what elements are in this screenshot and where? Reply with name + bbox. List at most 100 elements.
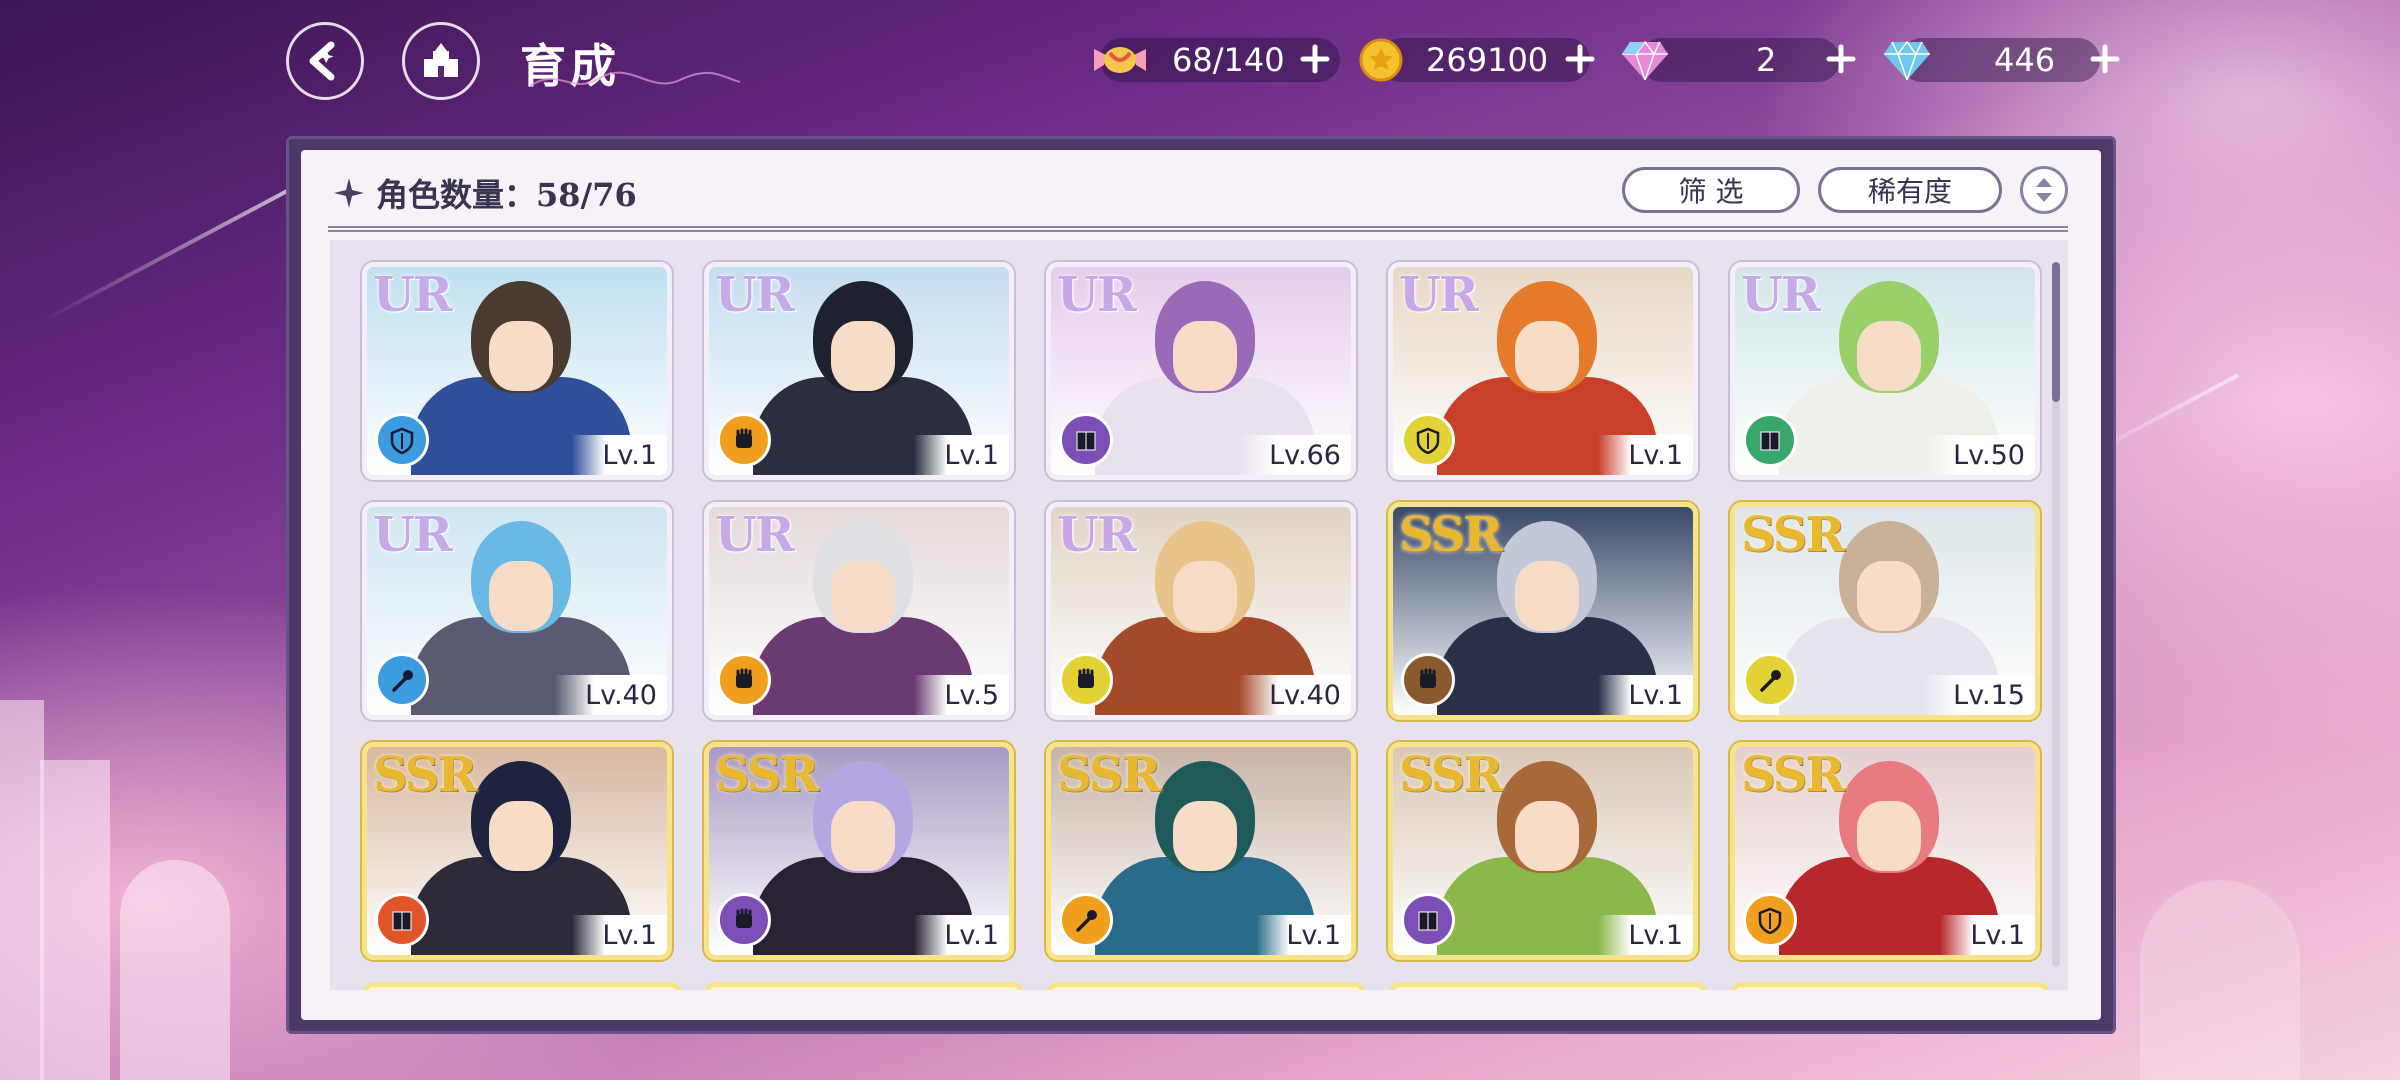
add-candy-button[interactable] (1292, 36, 1338, 82)
book-icon (392, 911, 412, 931)
level-label: Lv.1 (1598, 435, 1693, 475)
character-face (1857, 561, 1921, 631)
character-card[interactable]: UR Lv.1 (1388, 262, 1698, 480)
character-card[interactable]: UR Lv.50 (1730, 262, 2040, 480)
rarity-label: UR (715, 507, 795, 563)
grid-scrollbar-thumb[interactable] (2052, 262, 2060, 402)
level-label: Lv.1 (1256, 915, 1351, 955)
character-face (489, 321, 553, 391)
rarity-label: UR (373, 507, 453, 563)
character-card-partial[interactable] (704, 982, 1024, 990)
rarity-label: UR (1057, 267, 1137, 323)
castle-silhouette (2140, 880, 2300, 1080)
element-badge (1401, 413, 1455, 467)
character-count: 角色数量：58/76 (376, 176, 637, 214)
element-badge (375, 413, 429, 467)
rarity-label: SSR (373, 747, 477, 803)
character-face (1173, 801, 1237, 871)
level-label: Lv.1 (1598, 675, 1693, 715)
book-icon (1418, 911, 1438, 931)
character-card[interactable]: UR Lv.40 (1046, 502, 1356, 720)
character-card[interactable]: SSR Lv.1 (1388, 502, 1698, 720)
level-label: Lv.50 (1923, 435, 2035, 475)
panel-header: 角色数量：58/76 (334, 170, 637, 216)
element-badge (1401, 893, 1455, 947)
wand-icon (1076, 910, 1097, 932)
filter-button[interactable]: 筛 选 (1622, 167, 1800, 213)
character-card[interactable]: SSR Lv.1 (1388, 742, 1698, 960)
plus-icon (1565, 44, 1595, 74)
level-label: Lv.15 (1923, 675, 2035, 715)
character-card[interactable]: SSR Lv.1 (1730, 742, 2040, 960)
element-badge (717, 653, 771, 707)
filter-button-label: 筛 选 (1678, 175, 1744, 208)
rarity-label: UR (1741, 267, 1821, 323)
character-card[interactable]: UR Lv.40 (362, 502, 672, 720)
home-button[interactable] (402, 22, 480, 100)
fist-icon (736, 908, 752, 928)
character-card[interactable]: UR Lv.66 (1046, 262, 1356, 480)
element-badge (1059, 653, 1113, 707)
character-card-partial[interactable] (1388, 982, 1708, 990)
rarity-label: SSR (1399, 747, 1503, 803)
element-badge (717, 413, 771, 467)
book-icon (1076, 431, 1096, 451)
title-flourish (530, 71, 740, 87)
character-face (831, 321, 895, 391)
candy-value: 68/140 (1172, 41, 1285, 79)
character-card[interactable]: UR Lv.1 (704, 262, 1014, 480)
character-card-partial[interactable] (1046, 982, 1366, 990)
wand-icon (392, 670, 413, 692)
level-label: Lv.66 (1239, 435, 1351, 475)
character-card[interactable]: UR Lv.5 (704, 502, 1014, 720)
candy-icon (1094, 47, 1146, 73)
add-blue-diamond-button[interactable] (2082, 36, 2128, 82)
gold-resource: 269100 (1358, 30, 1548, 90)
top-bar: 育成 68/140 269100 2 446 (0, 0, 2400, 120)
fist-icon (736, 668, 752, 688)
character-card[interactable]: SSR Lv.15 (1730, 502, 2040, 720)
character-card-partial[interactable] (1730, 982, 2050, 990)
element-badge (1743, 653, 1797, 707)
back-button[interactable] (286, 22, 364, 100)
rarity-label: SSR (1057, 747, 1161, 803)
character-card-partial[interactable] (362, 982, 682, 990)
candy-resource: 68/140 (1090, 30, 1285, 90)
rarity-label: SSR (1741, 507, 1845, 563)
element-badge (375, 653, 429, 707)
plus-icon (1300, 44, 1330, 74)
rainbow-gem-icon (1622, 40, 1668, 81)
header-divider (328, 226, 2068, 232)
character-card[interactable]: SSR Lv.1 (362, 742, 672, 960)
level-label: Lv.40 (1239, 675, 1351, 715)
rainbow-gem-value: 2 (1756, 41, 1777, 79)
book-icon (1760, 431, 1780, 451)
rarity-sort-label: 稀有度 (1867, 175, 1952, 208)
castle-silhouette (0, 700, 44, 1080)
shield-icon (1758, 907, 1782, 934)
character-card[interactable]: SSR Lv.1 (1046, 742, 1356, 960)
rarity-sort-button[interactable]: 稀有度 (1818, 167, 2002, 213)
blue-diamond-resource: 446 (1882, 30, 2055, 90)
level-label: Lv.5 (914, 675, 1009, 715)
character-face (1515, 321, 1579, 391)
character-grid: UR Lv.1 UR Lv.1 UR Lv.66 UR Lv.1 UR Lv.5… (330, 240, 2068, 990)
level-label: Lv.1 (914, 915, 1009, 955)
level-label: Lv.40 (555, 675, 667, 715)
sparkle-icon (334, 178, 364, 208)
character-card[interactable]: UR Lv.1 (362, 262, 672, 480)
castle-silhouette (120, 860, 230, 1080)
castle-silhouette (40, 760, 110, 1080)
sort-order-toggle[interactable] (2020, 166, 2068, 214)
level-label: Lv.1 (572, 435, 667, 475)
level-label: Lv.1 (572, 915, 667, 955)
add-rainbow-gem-button[interactable] (1818, 36, 1864, 82)
blue-diamond-icon (1884, 40, 1930, 81)
add-gold-button[interactable] (1557, 36, 1603, 82)
character-face (831, 801, 895, 871)
character-face (489, 801, 553, 871)
gold-coin-icon (1359, 38, 1403, 82)
character-face (1173, 561, 1237, 631)
character-card[interactable]: SSR Lv.1 (704, 742, 1014, 960)
character-face (1857, 321, 1921, 391)
